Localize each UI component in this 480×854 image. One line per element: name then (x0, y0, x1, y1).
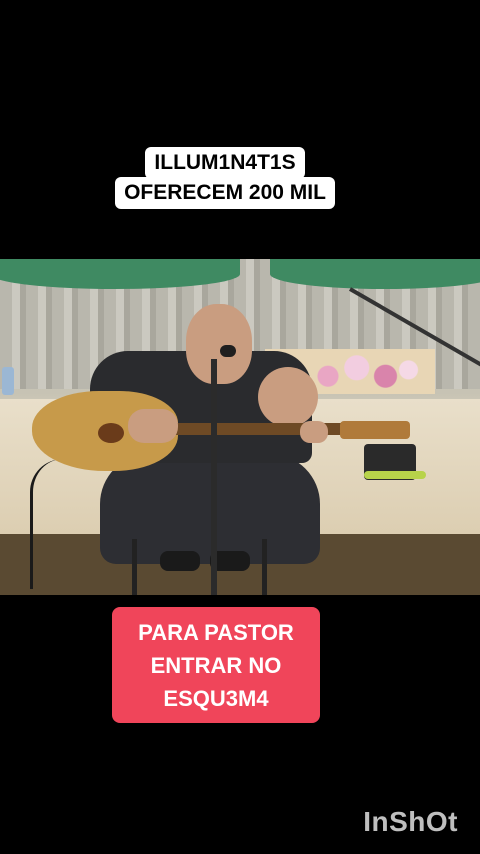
bottom-caption-line-1: PARA PASTOR (138, 620, 294, 645)
top-caption: ILLUM1N4T1S OFERECEM 200 MIL (90, 147, 360, 209)
bottom-caption-line-3: ESQU3M4 (163, 686, 269, 711)
mic-stand (211, 359, 217, 595)
person-hand (300, 421, 328, 443)
video-frame[interactable] (0, 259, 480, 595)
guitar-soundhole (98, 423, 124, 443)
flower-arrangement (305, 351, 420, 393)
shoe-left (160, 551, 200, 571)
cable (30, 459, 63, 589)
top-caption-line-1: ILLUM1N4T1S (145, 147, 305, 179)
person-arm (258, 367, 318, 427)
bottom-caption: PARA PASTOR ENTRAR NO ESQU3M4 (112, 607, 320, 723)
stool-leg (132, 539, 137, 595)
water-bottle (2, 367, 14, 395)
guitar-headstock (340, 421, 410, 439)
microphone-icon (220, 345, 236, 357)
person-head (186, 304, 252, 384)
bottom-caption-line-2: ENTRAR NO (150, 653, 282, 678)
cup-stripe (364, 471, 426, 479)
person-hand (128, 409, 178, 443)
top-caption-line-2: OFERECEM 200 MIL (115, 177, 335, 209)
inshot-watermark: InShOt (363, 806, 458, 837)
stool-leg (262, 539, 267, 595)
curtain-valance-left (0, 259, 240, 289)
